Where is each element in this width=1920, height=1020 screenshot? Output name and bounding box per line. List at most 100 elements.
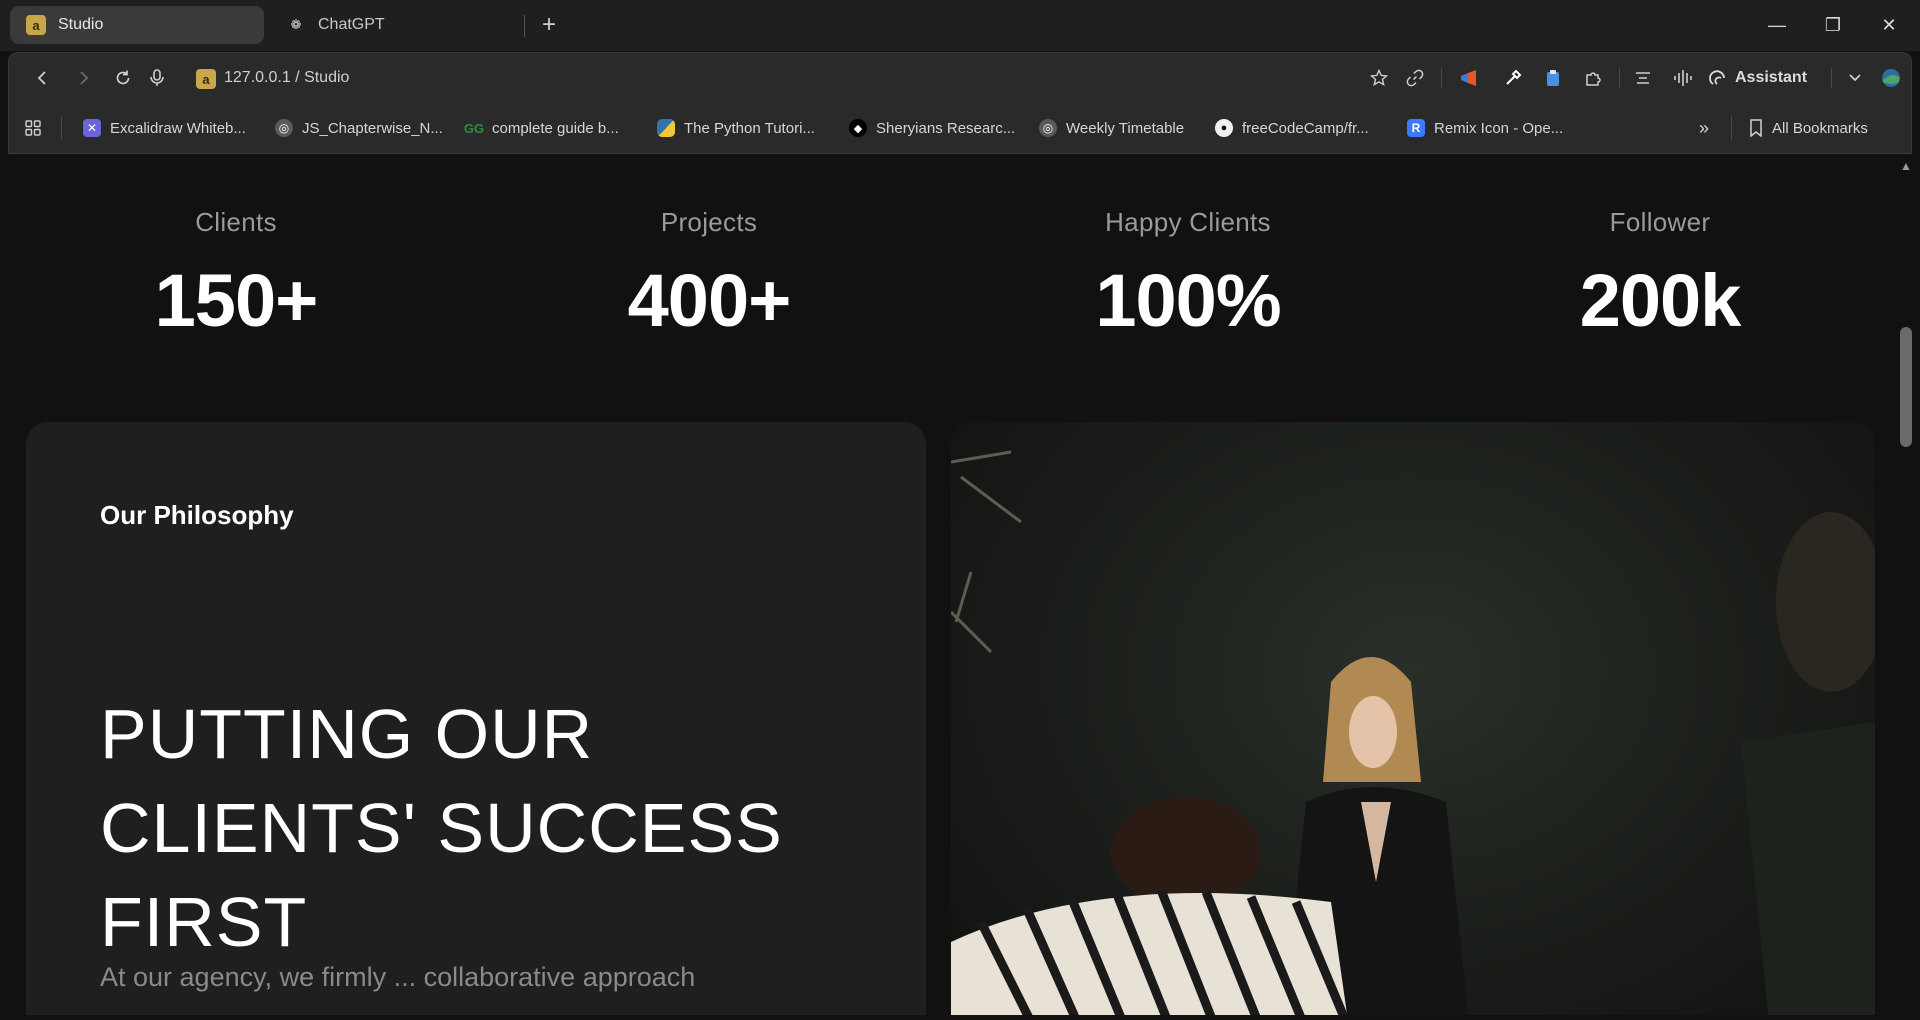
excalidraw-icon: ✕ bbox=[83, 119, 101, 137]
bookmark-item[interactable]: ● freeCodeCamp/fr... bbox=[1215, 116, 1369, 140]
tab-studio[interactable]: a Studio bbox=[10, 6, 264, 44]
back-button[interactable] bbox=[27, 62, 59, 94]
address-bar[interactable]: 127.0.0.1 / Studio bbox=[224, 69, 349, 87]
tab-divider bbox=[524, 15, 525, 37]
scroll-up-arrow-icon[interactable]: ▲ bbox=[1899, 159, 1913, 173]
reading-list-button[interactable] bbox=[1627, 62, 1659, 94]
assistant-icon bbox=[1709, 70, 1725, 85]
close-window-button[interactable]: ✕ bbox=[1866, 6, 1912, 44]
bookmark-label: Excalidraw Whiteb... bbox=[110, 119, 246, 137]
clipboard-icon bbox=[1547, 70, 1559, 86]
bookmark-label: The Python Tutori... bbox=[684, 119, 815, 137]
bookmark-label: complete guide b... bbox=[492, 119, 619, 137]
tab-menu-button[interactable] bbox=[1839, 62, 1871, 94]
philosophy-card: Our Philosophy PUTTING OUR CLIENTS' SUCC… bbox=[26, 422, 926, 1015]
profile-button[interactable] bbox=[1875, 62, 1907, 94]
assistant-button[interactable]: Assistant bbox=[1709, 65, 1807, 91]
extension-colorpicker-button[interactable] bbox=[1497, 62, 1529, 94]
copy-link-button[interactable] bbox=[1399, 62, 1431, 94]
voice-search-button[interactable] bbox=[141, 62, 173, 94]
puzzle-icon bbox=[1586, 72, 1601, 86]
audio-button[interactable] bbox=[1667, 62, 1699, 94]
sheryians-icon: ◆ bbox=[849, 119, 867, 137]
scrollbar-thumb[interactable] bbox=[1900, 327, 1912, 447]
list-icon bbox=[1636, 72, 1650, 84]
restore-button[interactable]: ❐ bbox=[1810, 6, 1856, 44]
tab-title: ChatGPT bbox=[318, 16, 385, 33]
bookmark-folder-icon bbox=[1750, 119, 1762, 137]
page-scrollbar[interactable]: ▲ bbox=[1890, 155, 1920, 1015]
bookmark-label: Weekly Timetable bbox=[1066, 119, 1185, 137]
stat-value: 400+ bbox=[627, 259, 792, 342]
studio-favicon-icon: a bbox=[26, 15, 46, 35]
assistant-label: Assistant bbox=[1735, 69, 1808, 86]
bookmark-star-button[interactable] bbox=[1363, 62, 1395, 94]
bookmark-item[interactable]: R Remix Icon - Ope... bbox=[1407, 116, 1563, 140]
toolbar-divider bbox=[1619, 68, 1620, 88]
forward-icon bbox=[80, 71, 89, 85]
chevron-down-icon bbox=[1849, 74, 1861, 82]
apps-button[interactable] bbox=[25, 116, 41, 140]
python-icon bbox=[657, 119, 675, 137]
all-bookmarks-label: All Bookmarks bbox=[1772, 119, 1868, 137]
bookmarks-divider bbox=[1731, 116, 1732, 140]
forward-button[interactable] bbox=[67, 62, 99, 94]
bookmark-item[interactable]: ◆ Sheryians Researc... bbox=[849, 116, 1015, 140]
extension-megaphone-button[interactable] bbox=[1453, 62, 1485, 94]
gfg-icon: GG bbox=[463, 120, 485, 136]
toolbar-divider bbox=[1441, 68, 1442, 88]
bookmark-label: Sheryians Researc... bbox=[876, 119, 1016, 137]
bookmarks-bar: ✕ Excalidraw Whiteb... ◎ JS_Chapterwise_… bbox=[8, 102, 1912, 154]
more-bookmarks-button[interactable]: » bbox=[1699, 116, 1709, 140]
chevron-double-right-icon: » bbox=[1699, 117, 1710, 138]
site-favicon-icon: a bbox=[196, 69, 216, 89]
reload-icon bbox=[116, 70, 130, 85]
stat-label: Follower bbox=[1609, 207, 1711, 237]
avatar-icon bbox=[1882, 69, 1900, 87]
extension-docs-button[interactable] bbox=[1537, 62, 1569, 94]
toolbar-divider bbox=[1831, 68, 1832, 88]
bookmark-label: freeCodeCamp/fr... bbox=[1242, 119, 1369, 137]
stat-value: 150+ bbox=[154, 259, 319, 342]
openai-icon: ❁ bbox=[290, 17, 302, 32]
hero-video[interactable] bbox=[951, 422, 1875, 1015]
stat-followers: Follower 200k bbox=[1510, 207, 1810, 343]
eyedropper-icon bbox=[1506, 69, 1522, 85]
star-icon bbox=[1370, 69, 1388, 87]
stat-label: Projects bbox=[660, 207, 758, 237]
github-icon: ● bbox=[1215, 119, 1233, 137]
stat-projects: Projects 400+ bbox=[559, 207, 859, 343]
apps-grid-icon bbox=[25, 120, 41, 136]
back-icon bbox=[37, 71, 46, 85]
stat-value: 100% bbox=[1095, 259, 1281, 342]
reload-button[interactable] bbox=[107, 62, 139, 94]
megaphone-icon bbox=[1461, 70, 1476, 86]
stat-value: 200k bbox=[1579, 259, 1742, 342]
bookmark-item[interactable]: ◎ JS_Chapterwise_N... bbox=[275, 116, 443, 140]
link-icon bbox=[1406, 69, 1424, 87]
bookmark-item[interactable]: ◎ Weekly Timetable bbox=[1039, 116, 1184, 140]
minimize-button[interactable]: — bbox=[1754, 6, 1800, 44]
all-bookmarks-button[interactable]: All Bookmarks bbox=[1749, 116, 1868, 140]
stat-clients: Clients 150+ bbox=[86, 207, 386, 343]
tab-strip: a Studio ❁ ChatGPT + — ❐ ✕ bbox=[0, 0, 1920, 51]
globe-icon: ◎ bbox=[1039, 119, 1057, 137]
stat-label: Happy Clients bbox=[1105, 207, 1271, 237]
bookmark-label: JS_Chapterwise_N... bbox=[302, 119, 443, 137]
tab-title: Studio bbox=[58, 16, 104, 33]
bookmark-label: Remix Icon - Ope... bbox=[1434, 119, 1564, 137]
stat-label: Clients bbox=[195, 207, 277, 237]
philosophy-eyebrow: Our Philosophy bbox=[100, 500, 294, 530]
remix-icon: R bbox=[1407, 119, 1425, 137]
bookmark-item[interactable]: The Python Tutori... bbox=[657, 116, 815, 140]
globe-icon: ◎ bbox=[275, 119, 293, 137]
new-tab-button[interactable]: + bbox=[534, 10, 564, 40]
stat-happy-clients: Happy Clients 100% bbox=[1038, 207, 1338, 343]
waveform-icon bbox=[1674, 70, 1692, 86]
philosophy-headline: PUTTING OUR CLIENTS' SUCCESS FIRST bbox=[100, 695, 783, 961]
tab-chatgpt[interactable]: ❁ ChatGPT bbox=[270, 6, 524, 44]
bookmark-item[interactable]: ✕ Excalidraw Whiteb... bbox=[83, 116, 246, 140]
bookmark-item[interactable]: GG complete guide b... bbox=[463, 116, 619, 140]
bookmarks-divider bbox=[61, 116, 62, 140]
extensions-button[interactable] bbox=[1577, 62, 1609, 94]
